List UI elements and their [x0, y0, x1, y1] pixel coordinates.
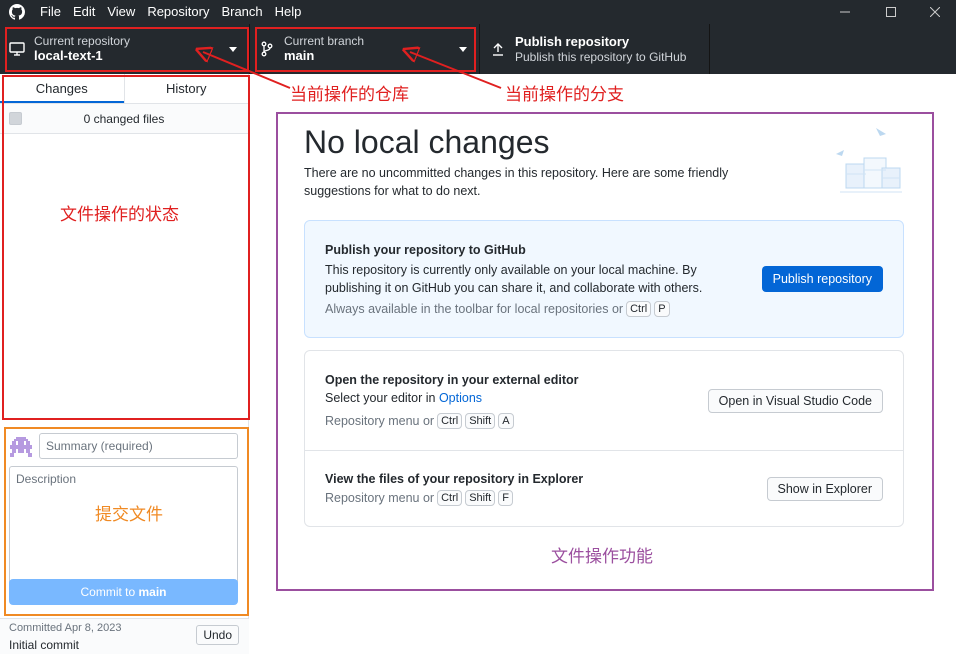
publish-title: Publish repository: [515, 34, 630, 49]
current-repository-dropdown[interactable]: Current repository local-text-1: [0, 24, 250, 74]
menu-branch[interactable]: Branch: [215, 0, 268, 24]
minimize-icon[interactable]: [822, 0, 868, 24]
close-icon[interactable]: [912, 0, 956, 24]
select-all-checkbox[interactable]: [9, 112, 22, 125]
repo-label: Current repository: [34, 34, 131, 48]
summary-input[interactable]: Summary (required): [39, 433, 238, 459]
page-title: No local changes: [304, 124, 550, 160]
menu-file[interactable]: File: [34, 0, 67, 24]
page-subtitle: There are no uncommitted changes in this…: [304, 166, 729, 198]
menu-help[interactable]: Help: [269, 0, 308, 24]
kbd-shift: Shift: [465, 413, 496, 429]
tab-history[interactable]: History: [123, 74, 249, 103]
commit-button-prefix: Commit to: [80, 585, 139, 599]
maximize-icon[interactable]: [868, 0, 914, 24]
open-in-vscode-button[interactable]: Open in Visual Studio Code: [707, 389, 883, 413]
illustration-icon: [832, 124, 906, 200]
menu-edit[interactable]: Edit: [67, 0, 101, 24]
editor-hint-text: Repository menu or: [325, 414, 435, 428]
publish-repository-button[interactable]: Publish repository: [761, 266, 883, 292]
publish-card: Publish your repository to GitHub This r…: [304, 220, 904, 338]
avatar: [10, 437, 32, 459]
branch-icon: [250, 41, 284, 57]
editor-body-text: Select your editor in: [325, 391, 439, 405]
kbd-shift: Shift: [465, 490, 496, 506]
undo-button[interactable]: Undo: [196, 625, 239, 645]
options-link[interactable]: Options: [439, 391, 482, 405]
editor-heading: Open the repository in your external edi…: [325, 373, 579, 387]
annotation-function: 文件操作功能: [551, 547, 653, 567]
editor-body: Select your editor in Options: [325, 391, 482, 405]
changed-files-count: 0 changed files: [83, 111, 165, 126]
annotation-commit: 提交文件: [95, 505, 163, 525]
kbd-ctrl: Ctrl: [437, 490, 463, 506]
kbd-ctrl: Ctrl: [626, 301, 652, 317]
sidebar-tabs: Changes History: [0, 74, 248, 104]
kbd-a: A: [498, 413, 514, 429]
commit-button[interactable]: Commit to main: [9, 579, 238, 605]
actions-card: Open the repository in your external edi…: [304, 350, 904, 527]
branch-label: Current branch: [284, 34, 365, 48]
kbd-p: P: [654, 301, 670, 317]
publish-hint-text: Always available in the toolbar for loca…: [325, 302, 624, 316]
sidebar: Changes History 0 changed files Summary …: [0, 74, 249, 654]
last-commit-date: Committed Apr 8, 2023: [9, 622, 122, 634]
annotation-branch: 当前操作的分支: [505, 85, 624, 105]
menu-repository[interactable]: Repository: [141, 0, 215, 24]
explorer-hint: Repository menu or Ctrl Shift F: [325, 490, 513, 506]
tab-changes[interactable]: Changes: [0, 74, 124, 103]
menu-view[interactable]: View: [101, 0, 141, 24]
current-branch-dropdown[interactable]: Current branch main: [250, 24, 480, 74]
kbd-ctrl: Ctrl: [437, 413, 463, 429]
github-logo-icon: [0, 0, 34, 24]
annotation-file-status: 文件操作的状态: [60, 205, 179, 225]
title-bar: File Edit View Repository Branch Help: [0, 0, 956, 24]
kbd-f: F: [498, 490, 513, 506]
explorer-row: View the files of your repository in Exp…: [305, 451, 903, 528]
branch-name: main: [284, 48, 315, 63]
explorer-hint-text: Repository menu or: [325, 491, 435, 505]
editor-hint: Repository menu or Ctrl Shift A: [325, 413, 514, 429]
chevron-down-icon: [459, 47, 467, 52]
publish-card-hint: Always available in the toolbar for loca…: [325, 301, 670, 317]
publish-repository-toolbar-button[interactable]: Publish repository Publish this reposito…: [480, 24, 710, 74]
changes-header: 0 changed files: [0, 104, 248, 134]
main-panel: No local changes There are no uncommitte…: [250, 74, 956, 654]
repo-name: local-text-1: [34, 48, 103, 63]
last-commit: Committed Apr 8, 2023 Initial commit Und…: [0, 618, 249, 654]
publish-card-heading: Publish your repository to GitHub: [325, 243, 526, 257]
desktop-icon: [0, 42, 34, 56]
description-input[interactable]: Description: [9, 466, 238, 596]
annotation-repo: 当前操作的仓库: [290, 85, 409, 105]
show-in-explorer-button[interactable]: Show in Explorer: [766, 477, 883, 501]
chevron-down-icon: [229, 47, 237, 52]
publish-card-body: This repository is currently only availa…: [325, 263, 703, 295]
publish-subtitle: Publish this repository to GitHub: [515, 50, 687, 64]
editor-row: Open the repository in your external edi…: [305, 351, 903, 450]
commit-button-branch: main: [138, 585, 167, 599]
explorer-heading: View the files of your repository in Exp…: [325, 472, 584, 486]
upload-icon: [480, 42, 515, 56]
toolbar: Current repository local-text-1 Current …: [0, 24, 956, 74]
last-commit-message: Initial commit: [9, 638, 80, 652]
